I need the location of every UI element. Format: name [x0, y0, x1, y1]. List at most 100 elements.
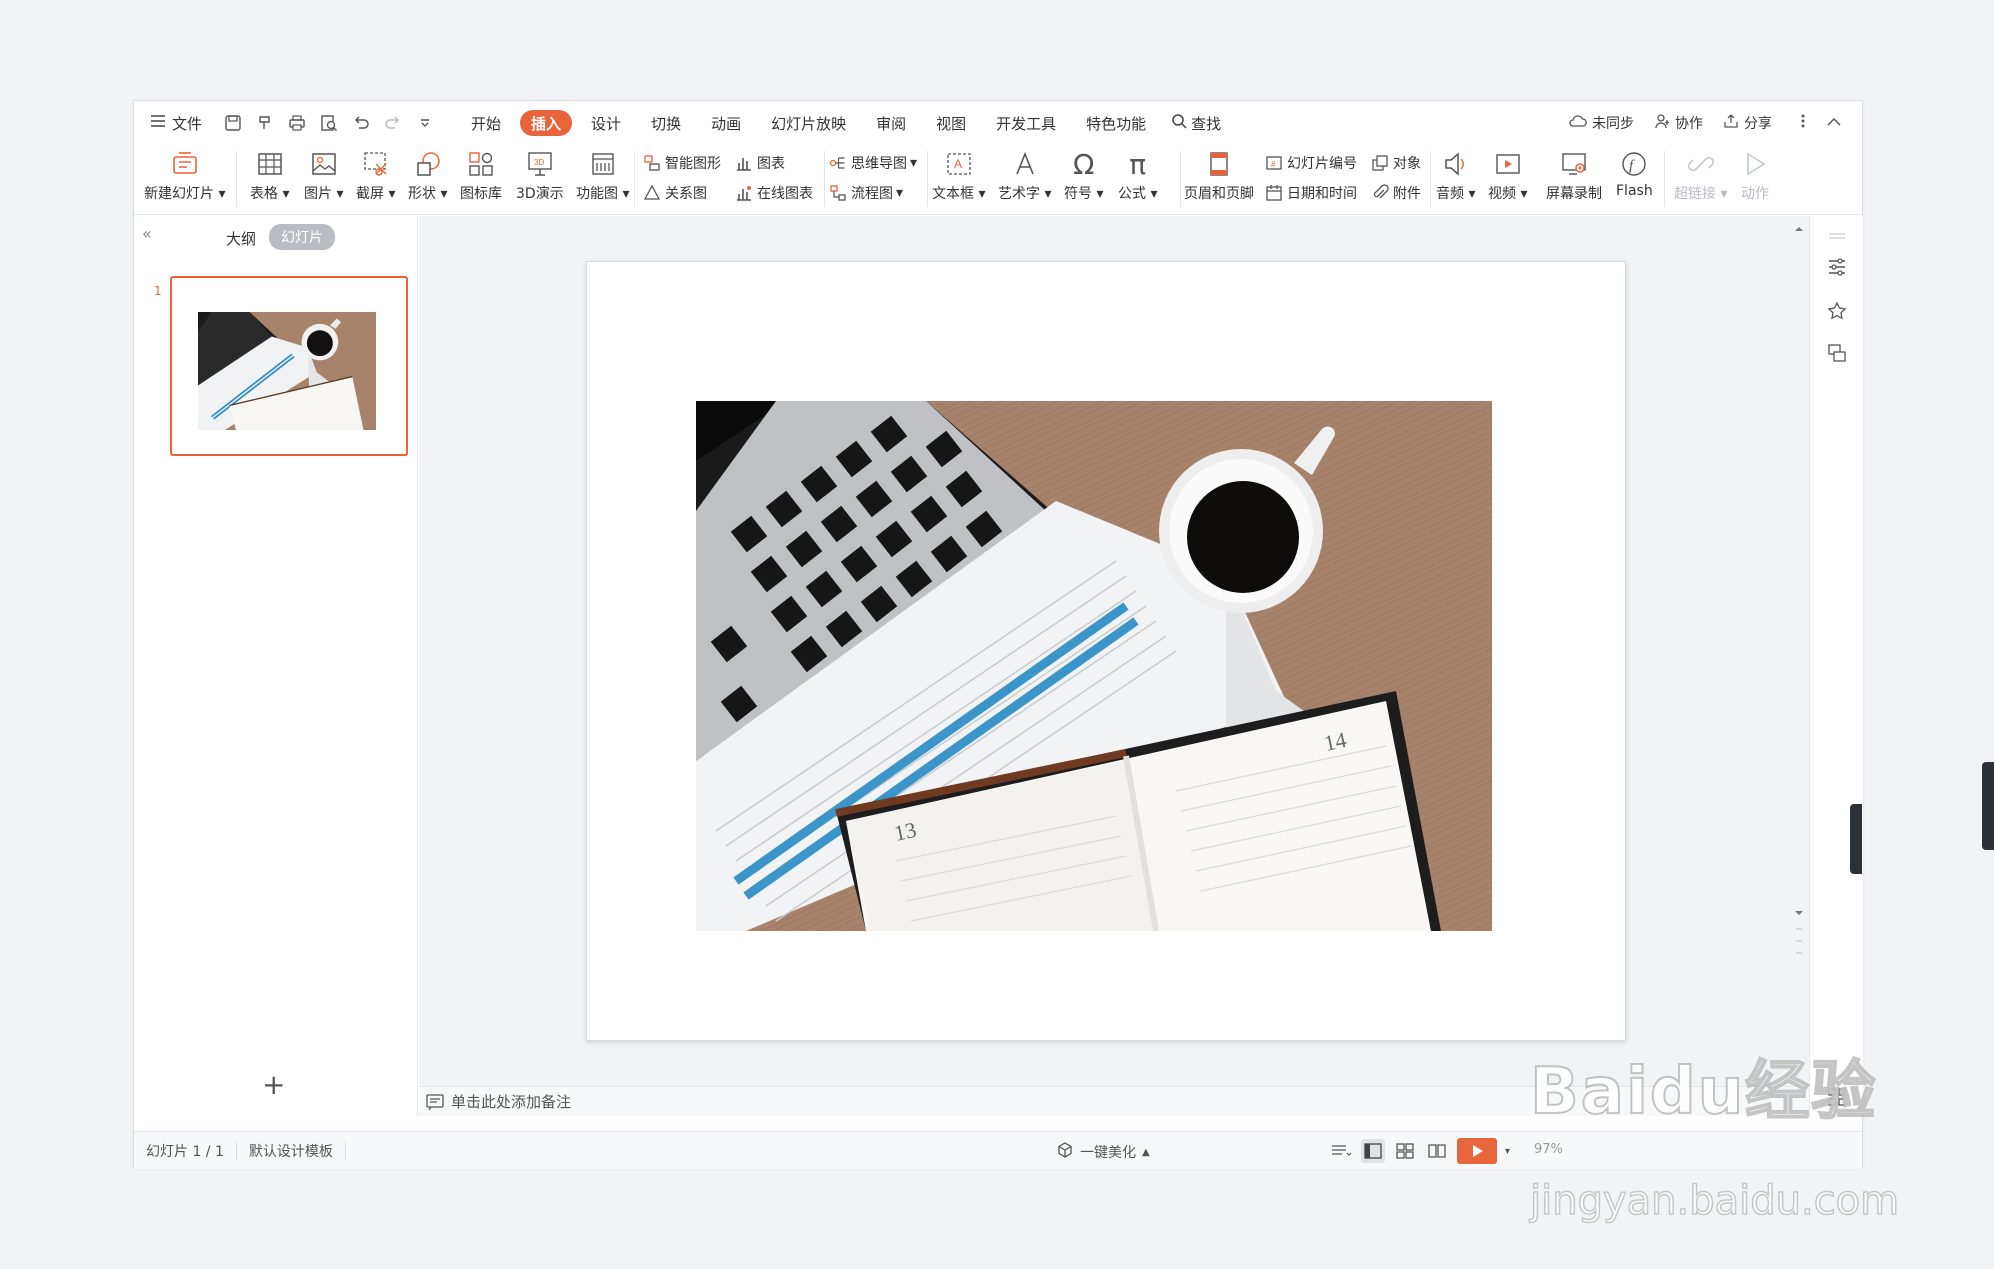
redo-icon[interactable]	[384, 114, 402, 132]
print-preview-icon[interactable]	[320, 114, 338, 132]
video-button[interactable]: 视频 ▾	[1488, 147, 1527, 203]
function-chart-button[interactable]: 功能图 ▾	[576, 147, 629, 203]
status-bar: 幻灯片 1 / 1 默认设计模板 一键美化 ▲ ▾ 97%	[134, 1131, 1862, 1169]
customize-qa-icon[interactable]	[416, 114, 434, 132]
header-footer-button[interactable]: 页眉和页脚	[1184, 147, 1254, 203]
smart-art-button[interactable]: 智能图形	[642, 153, 721, 173]
beautify-button[interactable]: 一键美化 ▲	[1056, 1141, 1150, 1163]
play-slideshow-button[interactable]	[1457, 1138, 1497, 1164]
wordart-button[interactable]: 艺术字 ▾	[998, 147, 1051, 203]
calendar-icon	[1264, 183, 1284, 203]
sorter-view-icon[interactable]	[1393, 1139, 1417, 1163]
video-label: 视频	[1488, 186, 1516, 202]
relation-button[interactable]: 关系图	[642, 183, 707, 203]
header-footer-icon	[1202, 147, 1236, 181]
tab-slides[interactable]: 幻灯片	[269, 224, 335, 250]
user-icon	[1654, 113, 1670, 133]
screenshot-button[interactable]: 截屏 ▾	[356, 147, 395, 203]
vertical-scrollbar[interactable]	[1792, 221, 1806, 1071]
save-icon[interactable]	[224, 114, 242, 132]
table-button[interactable]: 表格 ▾	[250, 147, 289, 203]
chart-button[interactable]: 图表	[734, 153, 785, 173]
date-time-button[interactable]: 日期和时间	[1264, 183, 1357, 203]
watermark-brand: Baidu	[1529, 1054, 1746, 1130]
tab-insert[interactable]: 插入	[520, 110, 573, 136]
scissors-icon	[359, 147, 393, 181]
slide-number-icon: #	[1264, 153, 1284, 173]
action-button[interactable]: 动作	[1738, 147, 1772, 203]
tab-slideshow[interactable]: 幻灯片放映	[756, 109, 861, 137]
tab-label: 插入	[531, 114, 562, 133]
ribbon-divider	[1430, 151, 1431, 207]
transition-icon[interactable]	[1826, 342, 1848, 364]
collapse-ribbon-button[interactable]	[1826, 109, 1842, 137]
function-chart-icon	[586, 147, 620, 181]
tab-animation[interactable]: 动画	[696, 109, 756, 137]
search-button[interactable]: 查找	[1171, 109, 1221, 137]
edge-widget[interactable]	[1850, 804, 1862, 874]
omega-icon: Ω	[1073, 147, 1095, 181]
speaker-icon	[1439, 147, 1473, 181]
slide-picture[interactable]: 13 14	[696, 401, 1492, 931]
sync-button[interactable]: 未同步	[1569, 109, 1634, 137]
notes-toggle-icon[interactable]	[1329, 1139, 1353, 1163]
mindmap-button[interactable]: 思维导图 ▾	[828, 153, 917, 173]
tab-developer[interactable]: 开发工具	[981, 109, 1071, 137]
symbol-button[interactable]: Ω 符号 ▾	[1064, 147, 1103, 203]
tab-review[interactable]: 审阅	[861, 109, 921, 137]
search-icon	[1171, 113, 1187, 133]
flash-button[interactable]: f Flash	[1616, 147, 1653, 199]
undo-icon[interactable]	[352, 114, 370, 132]
share-button[interactable]: 分享	[1723, 109, 1772, 137]
file-menu-button[interactable]: 文件	[150, 109, 202, 137]
ribbon-divider	[824, 151, 825, 207]
tab-design[interactable]: 设计	[576, 109, 636, 137]
collab-button[interactable]: 协作	[1654, 109, 1703, 137]
edge-widget[interactable]	[1982, 762, 1994, 850]
reading-view-icon[interactable]	[1425, 1139, 1449, 1163]
format-painter-icon[interactable]	[256, 114, 274, 132]
object-button[interactable]: 对象	[1370, 153, 1421, 173]
tab-label: 开发工具	[996, 114, 1057, 133]
add-slide-button[interactable]: +	[262, 1068, 285, 1101]
print-icon[interactable]	[288, 114, 306, 132]
tab-transition[interactable]: 切换	[636, 109, 696, 137]
slide-number-button[interactable]: # 幻灯片编号	[1264, 153, 1357, 173]
dropdown-caret: ▾	[896, 185, 904, 201]
attachment-button[interactable]: 附件	[1370, 183, 1421, 203]
formula-button[interactable]: π 公式 ▾	[1118, 147, 1157, 203]
shape-button[interactable]: 形状 ▾	[408, 147, 447, 203]
drag-handle-icon[interactable]	[1826, 226, 1848, 248]
collapse-panel-icon[interactable]: «	[142, 224, 152, 243]
tab-home[interactable]: 开始	[456, 109, 516, 137]
online-chart-label: 在线图表	[757, 186, 813, 202]
ribbon-divider	[236, 151, 237, 207]
properties-icon[interactable]	[1826, 256, 1848, 278]
online-chart-button[interactable]: 在线图表	[734, 183, 813, 203]
new-slide-button[interactable]: 新建幻灯片 ▾	[144, 147, 225, 203]
picture-button[interactable]: 图片 ▾	[304, 147, 343, 203]
new-slide-label: 新建幻灯片	[144, 186, 214, 202]
more-icon	[1800, 113, 1806, 133]
normal-view-icon[interactable]	[1361, 1139, 1385, 1163]
thumbnail-image	[198, 312, 376, 430]
tab-view[interactable]: 视图	[921, 109, 981, 137]
slide[interactable]: 13 14	[586, 261, 1626, 1041]
icon-library-button[interactable]: 图标库	[460, 147, 502, 203]
play-dropdown-icon[interactable]: ▾	[1505, 1146, 1510, 1157]
zoom-level[interactable]: 97%	[1534, 1142, 1563, 1157]
slide-thumbnail[interactable]	[170, 276, 408, 456]
animation-star-icon[interactable]	[1826, 300, 1848, 322]
hyperlink-button[interactable]: 超链接 ▾	[1674, 147, 1727, 203]
textbox-button[interactable]: A 文本框 ▾	[932, 147, 985, 203]
screen-record-button[interactable]: 屏幕录制	[1546, 147, 1602, 203]
flowchart-button[interactable]: 流程图 ▾	[828, 183, 903, 203]
3d-demo-button[interactable]: 3D 3D演示	[516, 147, 564, 203]
flash-label: Flash	[1616, 183, 1653, 199]
more-button[interactable]	[1800, 109, 1806, 137]
tab-label: 切换	[651, 114, 682, 133]
template-name[interactable]: 默认设计模板	[249, 1141, 333, 1161]
audio-button[interactable]: 音频 ▾	[1436, 147, 1475, 203]
tab-outline[interactable]: 大纲	[226, 228, 256, 249]
tab-special[interactable]: 特色功能	[1071, 109, 1161, 137]
